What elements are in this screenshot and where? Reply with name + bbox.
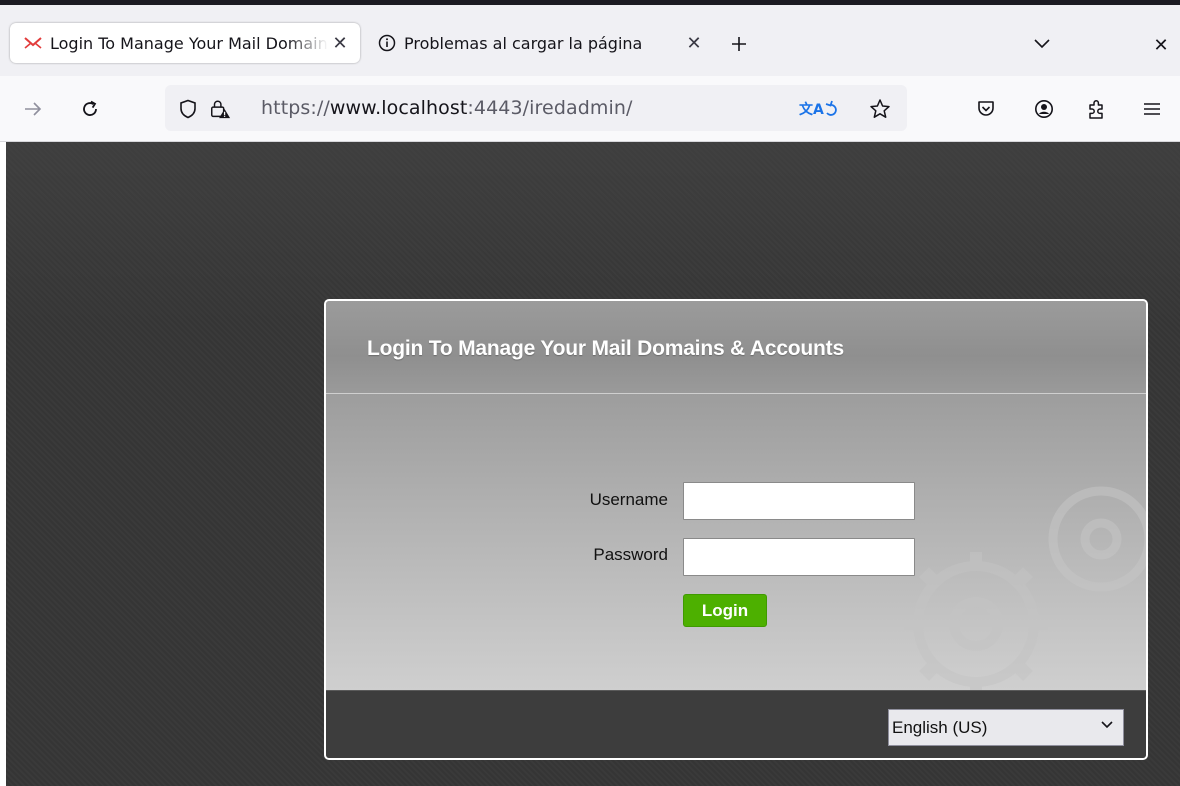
tab-title: Problemas al cargar la página [404,33,643,53]
close-tab-icon[interactable]: ✕ [682,31,706,55]
login-button[interactable]: Login [683,594,767,627]
password-label: Password [593,545,668,564]
pocket-icon [978,101,994,116]
plus-icon [732,37,746,51]
chevron-down-icon [1101,721,1113,729]
login-form: Username Password Login [326,394,1146,694]
gears-watermark-icon [904,486,1146,694]
list-all-tabs-button[interactable] [1030,33,1054,55]
svg-text:文A: 文A [799,101,824,118]
extensions-button[interactable] [1084,96,1110,122]
forward-button[interactable] [20,96,46,122]
arrow-right-icon [25,102,42,116]
tab-bar: Login To Manage Your Mail Domains & Acco… [0,5,1180,76]
tab-iredadmin-login[interactable]: Login To Manage Your Mail Domains & Acco… [10,23,360,63]
chevron-down-icon [1034,39,1050,49]
navigation-toolbar: https://www.localhost:4443/iredadmin/ 文A [0,76,1180,142]
app-menu-button[interactable] [1139,96,1165,122]
language-select[interactable]: English (US) [888,709,1124,746]
info-icon [378,34,396,52]
username-input[interactable] [683,482,915,520]
account-button[interactable] [1031,96,1057,122]
login-title: Login To Manage Your Mail Domains & Acco… [367,337,844,360]
login-panel: Login To Manage Your Mail Domains & Acco… [324,299,1148,760]
url-path: :4443/iredadmin/ [467,97,633,119]
reload-icon [83,100,97,116]
puzzle-icon [1089,100,1103,119]
language-selected-value: English (US) [892,717,988,737]
tab-error-page[interactable]: Problemas al cargar la página ✕ [364,23,714,63]
url-host: www.localhost [329,97,468,119]
login-panel-header: Login To Manage Your Mail Domains & Acco… [326,301,1146,394]
login-panel-footer: English (US) [326,690,1146,758]
pocket-button[interactable] [973,96,999,122]
url-scheme: https:// [261,97,330,119]
insecure-lock-icon[interactable] [209,98,231,120]
tracking-protection-shield-icon[interactable] [177,98,199,120]
account-icon [1035,100,1053,118]
tab-title: Login To Manage Your Mail Domains & Acco… [50,33,328,53]
url-text[interactable]: https://www.localhost:4443/iredadmin/ [261,97,633,119]
translate-icon[interactable]: 文A [797,98,841,120]
address-bar[interactable]: https://www.localhost:4443/iredadmin/ 文A [165,85,907,131]
bookmark-star-icon[interactable] [869,98,891,120]
new-tab-button[interactable] [726,31,752,57]
iredmail-icon [24,34,42,52]
password-input[interactable] [683,538,915,576]
username-label: Username [589,490,668,509]
close-tab-icon[interactable]: ✕ [328,31,352,55]
page-content: Login To Manage Your Mail Domains & Acco… [6,142,1180,786]
hamburger-menu-icon [1144,103,1160,115]
close-window-button[interactable]: ✕ [1149,33,1173,57]
reload-button[interactable] [77,96,103,122]
